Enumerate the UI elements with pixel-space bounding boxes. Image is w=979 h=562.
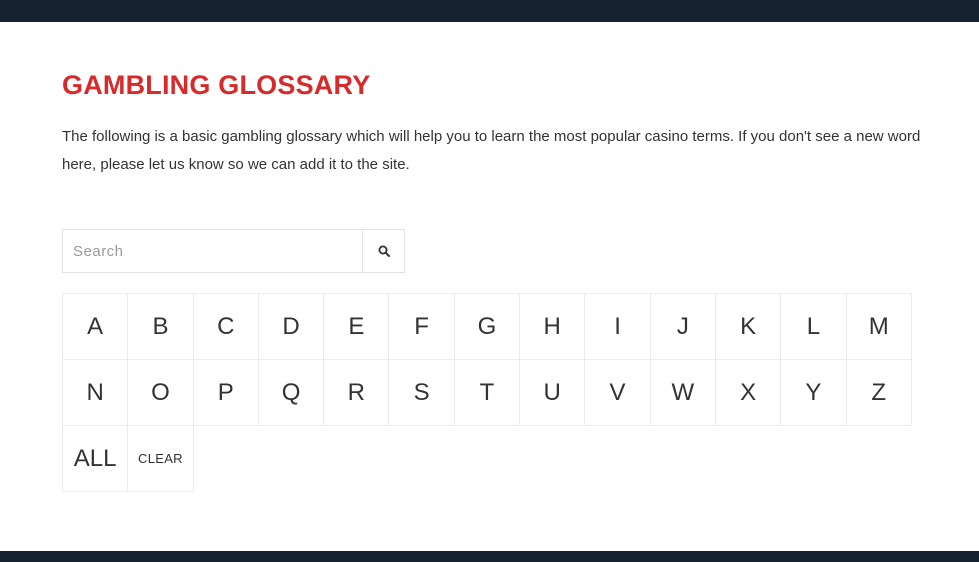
letter-button-h[interactable]: H [519,293,586,360]
letter-button-m[interactable]: M [845,293,912,360]
letter-button-j[interactable]: J [649,293,716,360]
letter-button-u[interactable]: U [519,359,586,426]
letter-button-x[interactable]: X [714,359,782,426]
letter-button-d[interactable]: D [257,293,325,360]
page-title: GAMBLING GLOSSARY [62,70,371,100]
clear-filter-button[interactable]: CLEAR [127,425,194,492]
letter-button-t[interactable]: T [453,359,521,426]
letter-button-i[interactable]: I [584,293,651,360]
letter-button-a[interactable]: A [62,293,129,360]
search-form [62,229,405,273]
letter-button-p[interactable]: P [192,359,259,426]
footer-bar [0,551,979,562]
letter-button-b[interactable]: B [127,293,194,360]
top-nav-bar [0,0,979,22]
letter-button-o[interactable]: O [127,359,194,426]
letter-button-w[interactable]: W [649,359,716,426]
all-letters-button[interactable]: ALL [62,425,129,492]
letter-button-c[interactable]: C [192,293,259,360]
intro-text: The following is a basic gambling glossa… [62,128,921,173]
letter-button-g[interactable]: G [453,293,521,360]
letter-button-f[interactable]: F [388,293,455,360]
letter-button-z[interactable]: Z [845,359,912,426]
letter-button-l[interactable]: L [780,293,847,360]
letter-button-n[interactable]: N [62,359,129,426]
letter-button-y[interactable]: Y [780,359,847,426]
letter-button-s[interactable]: S [388,359,455,426]
letter-button-q[interactable]: Q [257,359,325,426]
letter-filter-grid: A B C D E F G H I J K L M N O P Q R S T … [62,293,912,492]
letter-button-r[interactable]: R [323,359,390,426]
search-icon [378,245,390,257]
letter-button-e[interactable]: E [323,293,390,360]
letter-button-v[interactable]: V [584,359,651,426]
letter-button-k[interactable]: K [714,293,782,360]
search-input[interactable] [62,229,362,273]
search-button[interactable] [362,229,405,273]
